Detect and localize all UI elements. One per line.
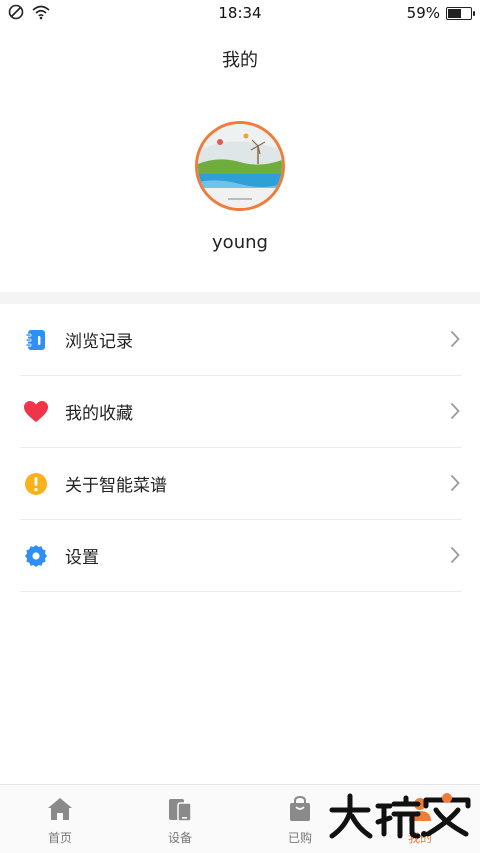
battery-percent: 59% bbox=[406, 4, 440, 22]
chevron-right-icon bbox=[450, 402, 460, 420]
status-bar: 18:34 59% bbox=[0, 0, 480, 26]
menu-item-settings[interactable]: 设置 bbox=[20, 520, 462, 592]
tab-home[interactable]: 首页 bbox=[0, 785, 120, 853]
gear-icon bbox=[23, 543, 49, 569]
shopping-bag-icon bbox=[290, 795, 310, 821]
watermark-logo bbox=[329, 793, 471, 839]
menu-list: 浏览记录 我的收藏 关于智能菜谱 设置 bbox=[20, 304, 462, 592]
menu-item-favorites[interactable]: 我的收藏 bbox=[20, 376, 462, 448]
section-divider bbox=[0, 292, 480, 304]
chevron-right-icon bbox=[450, 330, 460, 348]
chevron-right-icon bbox=[450, 474, 460, 492]
battery-icon bbox=[446, 6, 475, 20]
history-notebook-icon bbox=[23, 327, 49, 353]
chevron-right-icon bbox=[450, 546, 460, 564]
avatar-landscape-image bbox=[198, 124, 282, 208]
battery-indicator: 59% bbox=[406, 4, 475, 22]
avatar[interactable] bbox=[195, 121, 285, 211]
tab-label: 已购 bbox=[287, 831, 312, 845]
menu-item-history[interactable]: 浏览记录 bbox=[20, 304, 462, 376]
info-exclamation-icon bbox=[23, 471, 49, 497]
username: young bbox=[212, 232, 268, 253]
tab-label: 设备 bbox=[167, 831, 192, 845]
menu-item-label: 我的收藏 bbox=[65, 404, 133, 424]
home-icon bbox=[48, 798, 72, 820]
menu-item-about[interactable]: 关于智能菜谱 bbox=[20, 448, 462, 520]
heart-icon bbox=[23, 399, 49, 425]
page-title: 我的 bbox=[222, 50, 258, 71]
menu-item-label: 关于智能菜谱 bbox=[65, 476, 167, 496]
menu-item-label: 浏览记录 bbox=[65, 332, 133, 352]
battery-fill bbox=[448, 8, 461, 18]
tab-label: 首页 bbox=[47, 831, 72, 845]
menu-item-label: 设置 bbox=[65, 548, 99, 568]
tab-devices[interactable]: 设备 bbox=[120, 785, 240, 853]
devices-icon bbox=[169, 799, 192, 822]
